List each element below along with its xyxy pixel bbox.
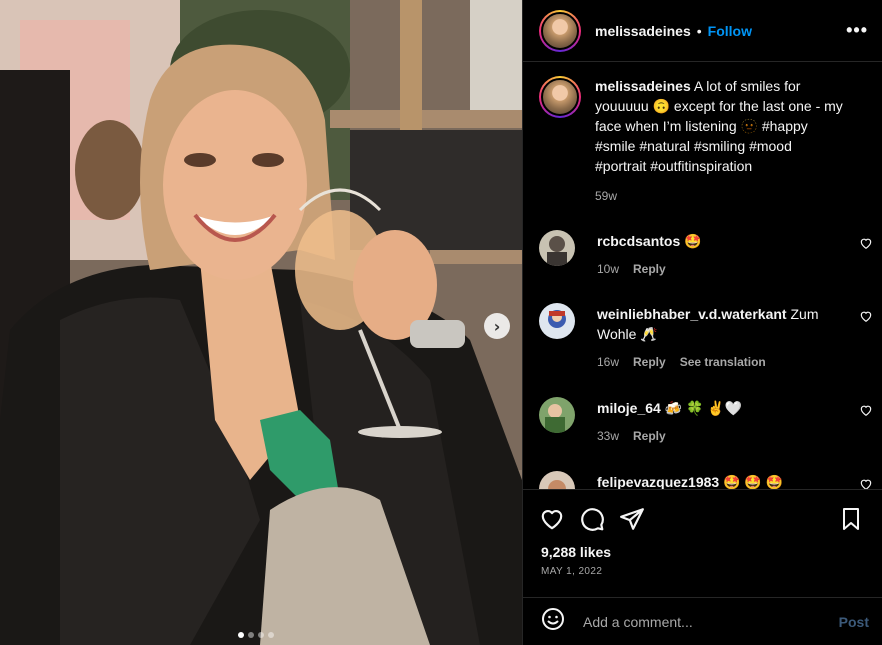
emoji-icon[interactable]	[541, 607, 565, 636]
caption-time: 59w	[595, 189, 618, 203]
post-comment-button[interactable]: Post	[839, 614, 869, 630]
like-comment-icon[interactable]	[859, 309, 873, 328]
commenter-avatar[interactable]	[539, 230, 575, 266]
reply-button[interactable]: Reply	[633, 426, 666, 446]
bookmark-icon[interactable]	[839, 506, 863, 532]
comment-text: 🤩 🤩 🤩	[719, 474, 784, 489]
comment-icon[interactable]	[579, 506, 605, 532]
post-actions-area: 9,288 likes MAY 1, 2022	[523, 489, 882, 597]
carousel-dots	[238, 632, 274, 638]
like-icon[interactable]	[539, 506, 565, 532]
action-bar	[523, 490, 882, 534]
post-photo[interactable]: ›	[0, 0, 522, 645]
comment-username[interactable]: rcbcdsantos	[597, 233, 680, 249]
commenter-avatar[interactable]	[539, 397, 575, 433]
carousel-dot	[268, 632, 274, 638]
reply-button[interactable]: Reply	[633, 352, 666, 372]
like-comment-icon[interactable]	[859, 477, 873, 489]
commenter-avatar[interactable]	[539, 471, 575, 489]
author-username[interactable]: melissadeines	[595, 23, 691, 39]
comment-text: 🤩	[680, 233, 702, 249]
post-date: MAY 1, 2022	[541, 566, 603, 577]
carousel-dot	[258, 632, 264, 638]
like-comment-icon[interactable]	[859, 403, 873, 422]
caption-username[interactable]: melissadeines	[595, 78, 691, 94]
add-comment-input[interactable]	[583, 613, 839, 630]
comment-time: 16w	[597, 355, 620, 369]
more-options-icon[interactable]: •••	[846, 20, 868, 41]
header-separator: •	[696, 22, 702, 39]
carousel-dot	[238, 632, 244, 638]
share-icon[interactable]	[619, 506, 645, 532]
post-details-panel: melissadeines • Follow ••• melissadeines…	[522, 0, 882, 645]
reply-button[interactable]: Reply	[633, 259, 666, 279]
comment-text: 🍻 🍀 ✌🤍	[660, 400, 743, 416]
author-avatar[interactable]	[539, 9, 581, 52]
add-comment-bar: Post	[523, 597, 882, 645]
post-caption: melissadeines A lot of smiles for youuuu…	[523, 63, 882, 206]
follow-button[interactable]: Follow	[708, 23, 752, 39]
comment-username[interactable]: weinliebhaber_v.d.waterkant	[597, 306, 787, 322]
carousel-dot	[248, 632, 254, 638]
see-translation-button[interactable]: See translation	[680, 352, 766, 372]
comment-time: 10w	[597, 262, 620, 276]
post-header: melissadeines • Follow •••	[523, 0, 882, 62]
carousel-next-button[interactable]: ›	[484, 313, 510, 339]
comment-username[interactable]: miloje_64	[597, 400, 661, 416]
comment-username[interactable]: felipevazquez1983	[597, 474, 719, 489]
like-comment-icon[interactable]	[859, 236, 873, 255]
likes-count[interactable]: 9,288 likes	[523, 534, 882, 560]
comment-time: 33w	[597, 429, 620, 443]
comments-list[interactable]: melissadeines A lot of smiles for youuuu…	[523, 63, 882, 489]
commenter-avatar[interactable]	[539, 303, 575, 339]
caption-avatar[interactable]	[539, 76, 581, 118]
photo-illustration	[0, 0, 522, 645]
